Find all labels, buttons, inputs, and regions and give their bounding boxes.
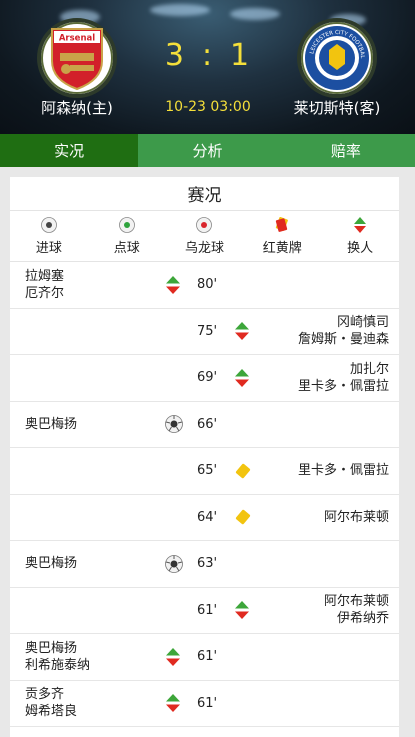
arsenal-crest-icon: Arsenal [51,28,103,91]
legend-penalty: 点球 [88,211,166,261]
scorer-name: 奥巴梅扬 [25,556,78,572]
match-header: Arsenal LEICESTER CITY FOOTBALL CLUB 3:1… [0,0,415,134]
goal-ball-icon [165,415,183,434]
home-logo-text: Arsenal [59,34,95,44]
substitution-icon [235,322,249,341]
event-row: 奥巴梅扬 利希施泰纳 61' [10,634,399,681]
event-minute: 65' [197,463,218,479]
legend-cards-label: 红黄牌 [262,241,302,256]
tab-bar: 实况 分析 赔率 [0,134,415,167]
player-out-name: 利希施泰纳 [25,657,91,673]
event-legend: 进球 点球 乌龙球 红黄牌 换人 [10,211,399,262]
player-out-name: 伊希纳乔 [336,611,389,627]
event-row: 贡多齐 姆希塔良 61' [10,681,399,727]
score-separator: : [201,38,215,73]
home-player-names: 贡多齐 姆希塔良 [25,681,77,727]
legend-substitution-label: 换人 [347,241,374,256]
event-row: 69' 加扎尔 里卡多・佩雷拉 [10,355,399,402]
player-out-name: 詹姆斯・曼迪森 [297,332,389,348]
score-display: 3:1 [148,38,268,73]
substitution-icon [166,647,180,666]
tab-analysis[interactable]: 分析 [138,134,277,167]
event-minute: 61' [197,602,218,618]
match-events-panel: 赛况 进球 点球 乌龙球 红黄牌 换人 拉姆塞 厄齐尔 80' 75' 冈崎慎司… [10,177,399,737]
player-in-name: 拉姆塞 [25,268,65,284]
away-player-names: 里卡多・佩雷拉 [298,448,389,494]
legend-own-goal-label: 乌龙球 [184,241,224,256]
stadium-light [230,8,280,20]
player-in-name: 贡多齐 [25,687,65,703]
away-score: 1 [230,38,252,73]
goal-ball-icon [165,554,183,573]
event-list: 拉姆塞 厄齐尔 80' 75' 冈崎慎司 詹姆斯・曼迪森 69' 加扎尔 里卡多… [10,262,399,727]
event-row: 拉姆塞 厄齐尔 80' [10,262,399,309]
home-player-names: 奥巴梅扬 [25,541,77,587]
away-player-names: 阿尔布莱顿 [324,495,389,541]
legend-substitution: 换人 [321,211,399,261]
home-player-names: 奥巴梅扬 [25,402,77,448]
player-in-name: 冈崎慎司 [336,315,389,331]
yellow-card-icon [235,463,251,478]
legend-own-goal: 乌龙球 [166,211,244,261]
player-out-name: 厄齐尔 [25,285,65,301]
legend-cards: 红黄牌 [243,211,321,261]
away-team-logo[interactable]: LEICESTER CITY FOOTBALL CLUB [297,18,377,98]
event-row: 64' 阿尔布莱顿 [10,495,399,541]
event-row: 奥巴梅扬 63' [10,541,399,588]
red-yellow-card-icon [276,217,289,232]
event-minute: 64' [197,509,218,525]
player-in-name: 加扎尔 [349,361,389,377]
home-team-logo[interactable]: Arsenal [37,18,117,98]
home-player-names: 奥巴梅扬 利希施泰纳 [25,634,90,680]
player-in-name: 奥巴梅扬 [25,640,78,656]
own-goal-ball-icon [196,217,213,233]
panel-title: 赛况 [10,177,399,211]
event-minute: 61' [197,649,218,665]
substitution-icon [235,368,249,387]
legend-goal: 进球 [10,211,88,261]
stadium-light [150,4,210,16]
away-team-name[interactable]: 莱切斯特(客) [277,97,397,118]
event-minute: 66' [197,416,218,432]
away-player-names: 加扎尔 里卡多・佩雷拉 [298,355,389,401]
scorer-name: 奥巴梅扬 [25,416,78,432]
event-minute: 75' [197,323,218,339]
booked-player-name: 里卡多・佩雷拉 [297,463,389,479]
legend-penalty-label: 点球 [113,241,140,256]
event-minute: 63' [197,556,218,572]
event-row: 奥巴梅扬 66' [10,402,399,448]
event-minute: 69' [197,370,218,386]
substitution-icon [354,217,367,233]
match-time: 10-23 03:00 [165,99,251,115]
event-minute: 61' [197,695,218,711]
home-score: 3 [164,38,186,73]
penalty-ball-icon [118,217,135,233]
booked-player-name: 阿尔布莱顿 [323,509,389,525]
yellow-card-icon [235,510,251,525]
tab-live[interactable]: 实况 [0,134,139,167]
substitution-icon [166,694,180,713]
event-row: 75' 冈崎慎司 詹姆斯・曼迪森 [10,309,399,355]
legend-goal-label: 进球 [35,241,62,256]
event-minute: 80' [197,277,218,293]
player-out-name: 里卡多・佩雷拉 [297,378,389,394]
away-player-names: 冈崎慎司 詹姆斯・曼迪森 [298,309,389,355]
leicester-crest-icon: LEICESTER CITY FOOTBALL CLUB [303,24,369,90]
home-player-names: 拉姆塞 厄齐尔 [25,262,64,308]
player-out-name: 姆希塔良 [25,704,78,720]
player-in-name: 阿尔布莱顿 [323,594,389,610]
home-team-name[interactable]: 阿森纳(主) [17,97,137,118]
tab-odds[interactable]: 赔率 [276,134,415,167]
substitution-icon [166,275,180,294]
event-row: 65' 里卡多・佩雷拉 [10,448,399,495]
event-row: 61' 阿尔布莱顿 伊希纳乔 [10,588,399,634]
goal-ball-icon [40,217,57,233]
substitution-icon [235,601,249,620]
away-player-names: 阿尔布莱顿 伊希纳乔 [324,588,389,634]
